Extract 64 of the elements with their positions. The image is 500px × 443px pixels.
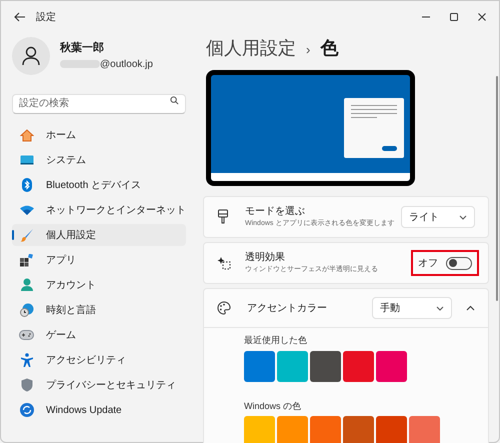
setting-title: 透明効果: [245, 250, 286, 266]
sync-icon: [20, 403, 34, 417]
sidebar-item[interactable]: アカウント: [12, 274, 186, 296]
toggle-state-label: オフ: [418, 256, 438, 270]
account-name: 秋葉一郎: [60, 40, 105, 56]
chevron-up-icon[interactable]: [466, 305, 475, 311]
gamepad-icon: [19, 330, 34, 340]
maximize-icon[interactable]: [449, 12, 459, 22]
toggle-switch[interactable]: [446, 256, 472, 270]
mode-dropdown[interactable]: ライト: [401, 206, 475, 228]
color-swatch[interactable]: [277, 350, 308, 382]
chevron-down-icon: [436, 306, 444, 310]
color-swatch[interactable]: [343, 416, 374, 443]
scrollbar[interactable]: [496, 76, 498, 301]
wifi-icon: [20, 205, 34, 215]
color-swatch[interactable]: [343, 350, 374, 382]
breadcrumb-parent[interactable]: 個人用設定: [206, 35, 296, 62]
sidebar-item[interactable]: 個人用設定: [12, 224, 186, 246]
person-icon: [20, 278, 32, 292]
window-title: 設定: [36, 10, 56, 24]
color-swatch[interactable]: [310, 416, 341, 443]
account-email: @outlook.jp: [100, 58, 153, 72]
color-swatch[interactable]: [310, 350, 341, 382]
color-swatch[interactable]: [277, 416, 308, 443]
sidebar-item[interactable]: システム: [12, 149, 186, 171]
sidebar-item[interactable]: Windows Update: [12, 399, 186, 421]
sidebar-item[interactable]: ネットワークとインターネット: [12, 199, 186, 221]
color-swatch[interactable]: [376, 416, 407, 443]
color-swatch[interactable]: [409, 416, 440, 443]
sidebar-item[interactable]: ホーム: [12, 124, 186, 146]
apps-icon: [20, 254, 33, 266]
sidebar-item[interactable]: 時刻と言語: [12, 299, 186, 321]
house-icon: [20, 128, 34, 142]
color-swatch[interactable]: [376, 350, 407, 382]
selection-indicator: [12, 230, 14, 240]
sidebar-item[interactable]: アクセシビリティ: [12, 349, 186, 371]
search-icon[interactable]: [170, 96, 179, 105]
person-icon: [22, 46, 40, 66]
section-label: Windows の色: [244, 400, 302, 412]
color-swatch[interactable]: [244, 416, 275, 443]
page-title: 色: [320, 37, 338, 60]
globe-clock-icon: [20, 303, 34, 317]
sidebar-item[interactable]: Bluetooth とデバイス: [12, 174, 186, 196]
sidebar-item[interactable]: プライバシーとセキュリティ: [12, 374, 186, 396]
breadcrumb-separator: ›: [306, 41, 310, 59]
accent-dropdown[interactable]: 手動: [372, 297, 452, 319]
paintbrush-icon: [217, 209, 229, 225]
section-label: 最近使用した色: [244, 334, 308, 347]
setting-title: モードを選ぶ: [245, 205, 306, 219]
sidebar-item[interactable]: アプリ: [12, 249, 186, 271]
chevron-down-icon: [459, 214, 467, 220]
close-icon[interactable]: [477, 12, 487, 22]
sidebar-item[interactable]: ゲーム: [12, 324, 186, 346]
accessibility-icon: [20, 353, 32, 367]
back-icon[interactable]: [13, 12, 27, 22]
palette-icon: [217, 301, 231, 315]
color-swatch[interactable]: [244, 350, 275, 382]
search-field[interactable]: 設定の検索: [12, 94, 186, 114]
monitor-icon: [20, 155, 34, 165]
dialog-preview: [344, 98, 404, 158]
sparkle-icon: [217, 256, 231, 270]
shield-icon: [20, 378, 32, 392]
bluetooth-icon: [22, 178, 32, 192]
setting-title: アクセントカラー: [247, 302, 327, 316]
